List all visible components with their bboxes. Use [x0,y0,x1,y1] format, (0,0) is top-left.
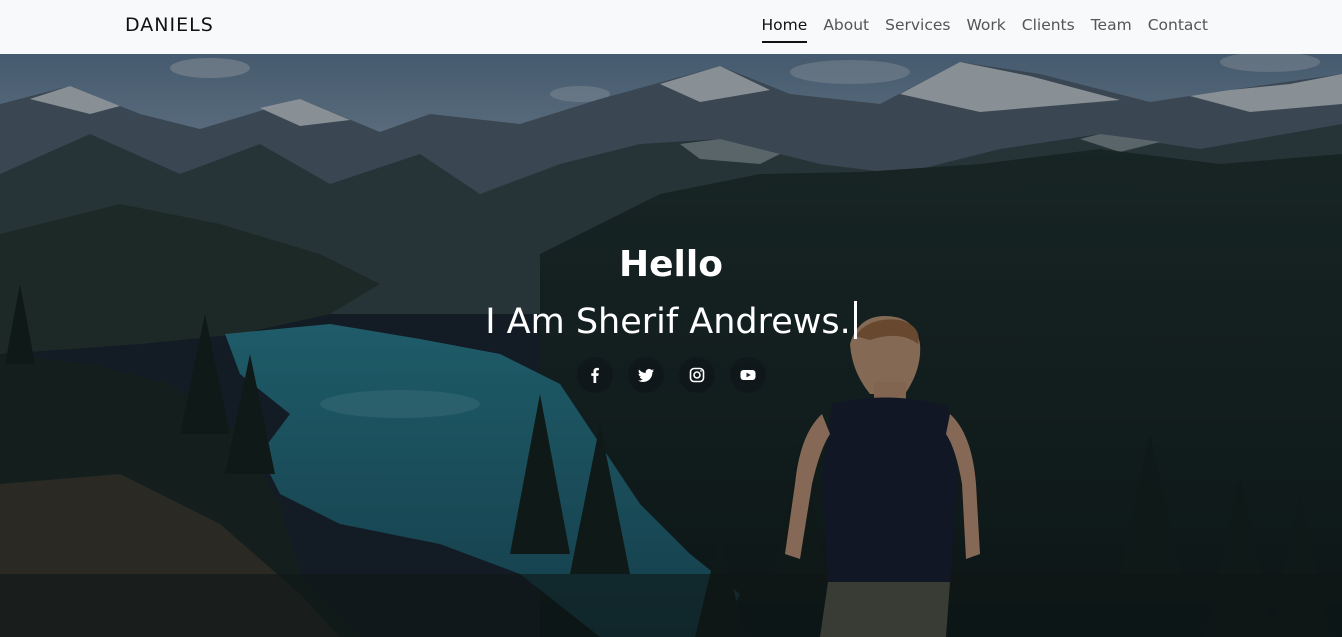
hero-dark-overlay [0,54,1342,637]
youtube-icon [740,370,755,380]
hero-section: Hello I Am Sherif Andrews. [0,54,1342,637]
nav-item-team[interactable]: Team [1091,0,1132,54]
twitter-icon [637,368,654,382]
typing-cursor [853,301,857,339]
hero-title: Hello [619,244,723,285]
youtube-link[interactable] [729,357,766,393]
nav-item-about[interactable]: About [823,0,869,54]
twitter-link[interactable] [627,357,664,393]
hero-subtitle-wrapper: I Am Sherif Andrews. [0,301,1342,342]
facebook-icon [590,367,599,383]
nav-item-home[interactable]: Home [761,0,807,54]
instagram-link[interactable] [678,357,715,393]
nav-item-clients[interactable]: Clients [1022,0,1075,54]
navbar: DANIELS Home About Services Work Clients… [0,0,1342,54]
nav-item-work[interactable]: Work [967,0,1006,54]
brand-logo[interactable]: DANIELS [125,14,214,36]
instagram-icon [689,367,704,383]
nav-item-contact[interactable]: Contact [1148,0,1208,54]
nav-item-services[interactable]: Services [885,0,950,54]
social-links [0,357,1342,393]
facebook-link[interactable] [576,357,613,393]
hero-subtitle: I Am Sherif Andrews. [485,302,851,342]
nav-menu: Home About Services Work Clients Team Co… [746,0,1208,54]
